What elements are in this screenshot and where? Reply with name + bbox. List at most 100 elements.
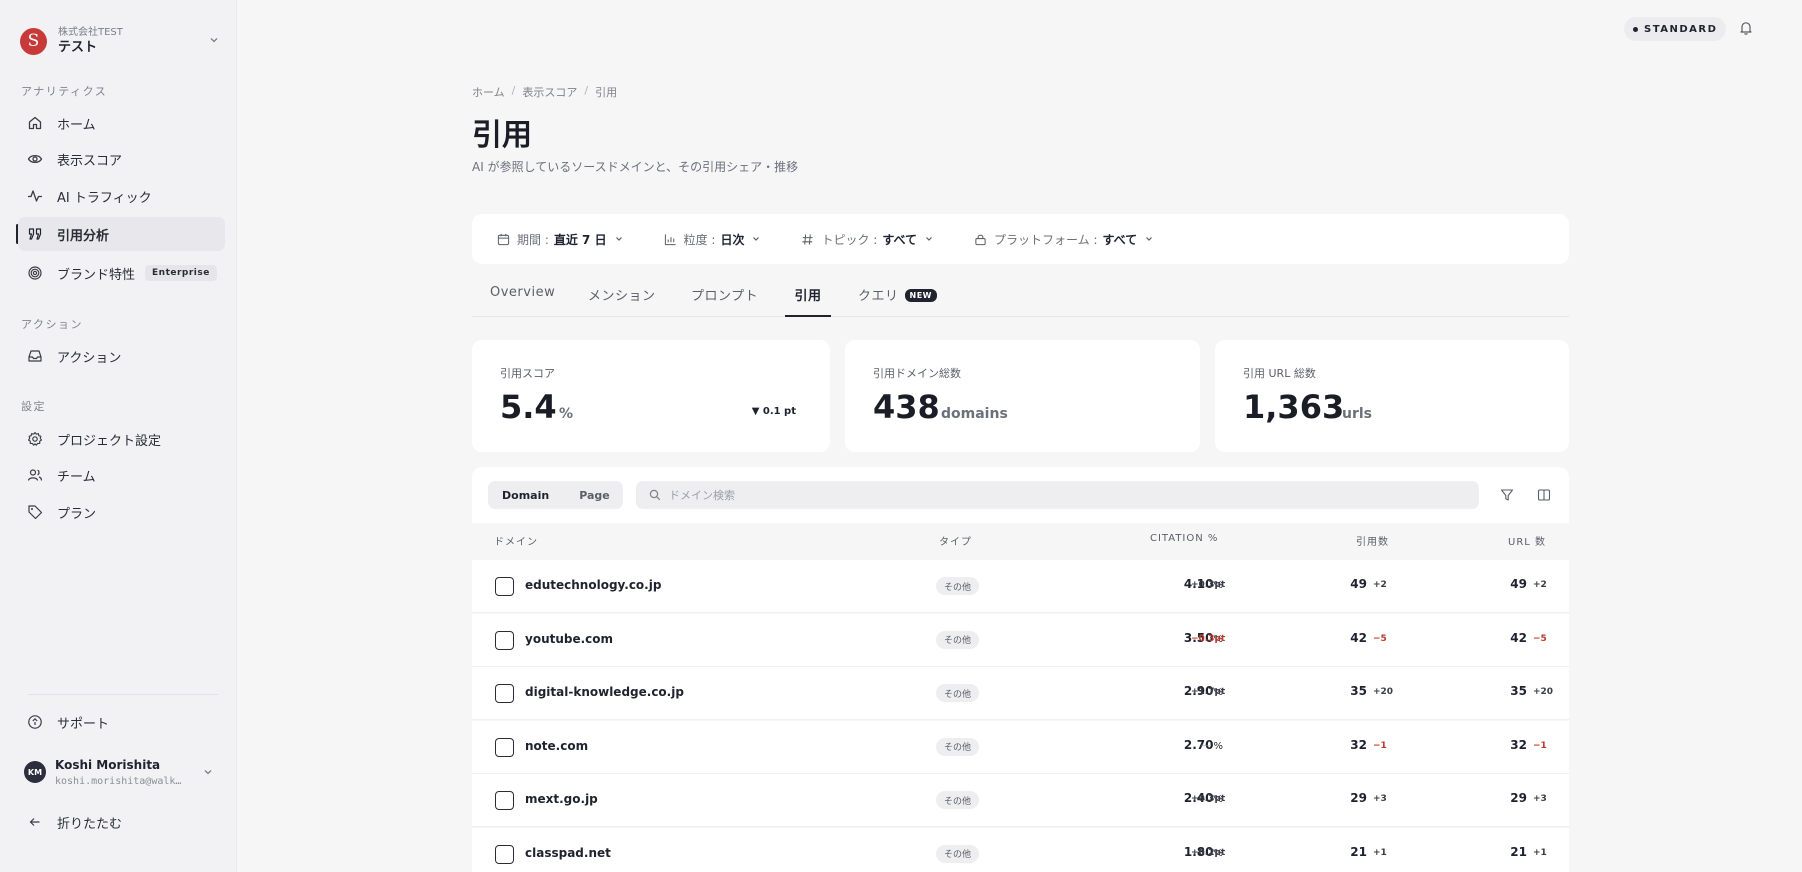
stat-label: 引用 URL 総数 — [1243, 367, 1316, 380]
row-checkbox[interactable] — [495, 737, 514, 757]
breadcrumb-home[interactable]: ホーム — [472, 84, 505, 100]
url-count-delta: −1 — [1533, 740, 1547, 751]
collapse-sidebar-button[interactable]: 折りたたむ — [18, 805, 225, 839]
url-count: 32 — [1510, 737, 1527, 752]
url-count-delta: +1 — [1533, 847, 1547, 858]
citation-count: 42 — [1350, 630, 1367, 645]
table-row[interactable]: edutechnology.co.jp その他 4.10% +0.3pt 49 +2 49 +… — [472, 560, 1569, 613]
filter-topic[interactable]: トピック : すべて — [801, 231, 934, 248]
page-description: AI が参照しているソースドメインと、その引用シェア・推移 — [472, 160, 799, 174]
type-badge: その他 — [936, 684, 980, 702]
table-toolbar: Domain Page ドメイン検索 — [472, 467, 1569, 523]
breadcrumb-separator: / — [511, 84, 516, 97]
sidebar-item-actions[interactable]: アクション — [18, 339, 225, 373]
sidebar-item-label: AI トラフィック — [57, 190, 152, 206]
plan-badge[interactable]: STANDARD — [1624, 17, 1727, 41]
column-header-citation[interactable]: CITATION % — [1150, 533, 1218, 544]
fingerprint-icon — [28, 266, 42, 280]
filter-period[interactable]: 期間 : 直近 7 日 — [497, 231, 624, 248]
user-name: Koshi Morishita — [55, 757, 161, 772]
row-checkbox[interactable] — [495, 684, 514, 703]
breadcrumb-visibility[interactable]: 表示スコア — [522, 84, 577, 100]
url-count-delta: +20 — [1533, 687, 1554, 697]
filter-value: 日次 — [720, 232, 745, 247]
row-checkbox[interactable] — [495, 844, 514, 864]
chevron-down-icon — [753, 237, 760, 241]
url-count: 35 — [1510, 684, 1527, 698]
section-label-analytics: アナリティクス — [21, 85, 108, 98]
table-row[interactable]: note.com その他 2.70% —32 −1 32 −1 — [472, 720, 1569, 774]
tab-mentions[interactable]: メンション — [588, 285, 656, 317]
table-row[interactable]: youtube.com その他 3.50% −0.3pt 42 −5 42 −5 — [472, 613, 1569, 667]
filter-label: トピック : — [821, 232, 878, 247]
sidebar-item-ai-traffic[interactable]: AI トラフィック — [18, 179, 225, 213]
toggle-page[interactable]: Page — [579, 489, 610, 502]
url-count-delta: +2 — [1533, 580, 1547, 590]
sidebar-item-label: チーム — [57, 469, 96, 485]
stat-unit: domains — [941, 406, 1008, 422]
tab-queries[interactable]: クエリ NEW — [858, 285, 937, 317]
type-badge: その他 — [936, 844, 980, 863]
sidebar-item-home[interactable]: ホーム — [18, 106, 225, 140]
sidebar-item-plan[interactable]: プラン — [18, 495, 225, 529]
filter-value: すべて — [1102, 232, 1138, 247]
domain-name[interactable]: mext.go.jp — [525, 792, 598, 806]
columns-icon[interactable] — [1537, 488, 1551, 502]
column-header-citations[interactable]: 引用数 — [1356, 533, 1389, 548]
citation-count-delta: +2 — [1373, 580, 1387, 590]
row-checkbox[interactable] — [495, 577, 514, 596]
citation-delta: +1.7pt — [1191, 687, 1226, 697]
view-toggle: Domain Page — [488, 481, 623, 509]
sidebar-item-label: プロジェクト設定 — [57, 433, 162, 449]
sidebar-item-team[interactable]: チーム — [18, 458, 225, 492]
table-row[interactable]: digital-knowledge.co.jp その他 2.90% +1.7pt 35 +… — [472, 667, 1569, 720]
row-checkbox[interactable] — [495, 791, 514, 810]
search-icon — [649, 489, 661, 501]
filter-icon[interactable] — [1500, 488, 1514, 502]
tab-prompts[interactable]: プロンプト — [691, 285, 758, 317]
sidebar-item-label: 引用分析 — [57, 228, 110, 244]
sidebar-item-label: 表示スコア — [57, 153, 123, 169]
sidebar-item-brand-traits[interactable]: ブランド特性 Enterprise — [18, 256, 225, 290]
arrow-left-icon — [29, 818, 40, 826]
sidebar: S 株式会社TEST テスト アナリティクス ホーム 表示スコア AI トラフィ… — [0, 0, 237, 872]
tab-citations[interactable]: 引用 — [785, 285, 831, 317]
gear-icon — [27, 431, 43, 446]
column-header-domain[interactable]: ドメイン — [494, 533, 538, 548]
url-count: 42 — [1510, 630, 1527, 645]
toggle-domain[interactable]: Domain — [502, 489, 549, 502]
filter-value: 直近 7 日 — [553, 232, 607, 247]
column-header-type[interactable]: タイプ — [939, 533, 972, 548]
bell-icon[interactable] — [1738, 20, 1754, 36]
domain-name[interactable]: edutechnology.co.jp — [525, 578, 661, 592]
domain-name[interactable]: digital-knowledge.co.jp — [525, 685, 684, 699]
domain-name[interactable]: classpad.net — [525, 846, 611, 860]
chevron-down-icon — [210, 38, 218, 43]
filter-value: すべて — [882, 232, 917, 247]
citation-count: 29 — [1350, 791, 1367, 805]
domain-name[interactable]: note.com — [525, 739, 588, 753]
column-header-urls[interactable]: URL 数 — [1508, 533, 1546, 548]
avatar: KM — [24, 761, 46, 783]
org-switcher[interactable]: S 株式会社TEST テスト — [20, 24, 220, 58]
filter-granularity[interactable]: 粒度 : 日次 — [664, 231, 762, 248]
row-checkbox[interactable] — [495, 630, 514, 650]
sidebar-item-support[interactable]: サポート — [18, 705, 225, 739]
user-menu[interactable]: KM Koshi Morishita koshi.morishita@walke… — [24, 752, 214, 792]
section-label-actions: アクション — [21, 318, 83, 331]
sidebar-item-project-settings[interactable]: プロジェクト設定 — [18, 422, 225, 456]
eye-icon — [27, 154, 43, 164]
sidebar-item-label: ブランド特性 — [57, 267, 136, 283]
citation-table: Domain Page ドメイン検索 ドメイン タイプ CITATION % 引… — [472, 467, 1569, 872]
url-count-delta: +3 — [1533, 794, 1547, 804]
domain-name[interactable]: youtube.com — [525, 632, 613, 646]
domain-search-input[interactable]: ドメイン検索 — [636, 481, 1479, 509]
tab-overview[interactable]: Overview — [490, 285, 555, 317]
table-row[interactable]: mext.go.jp その他 2.40% +0.3pt 29 +3 29 +3 — [472, 774, 1569, 827]
table-row[interactable]: classpad.net その他 1.80% +0.2pt 21 +1 21 +1 — [472, 827, 1569, 872]
citation-count-delta: −1 — [1373, 740, 1387, 751]
sidebar-item-citation-analysis[interactable]: 引用分析 — [18, 217, 225, 251]
section-label-settings: 設定 — [21, 400, 46, 413]
filter-platform[interactable]: プラットフォーム : すべて — [974, 231, 1154, 248]
sidebar-item-visibility-score[interactable]: 表示スコア — [18, 142, 225, 176]
